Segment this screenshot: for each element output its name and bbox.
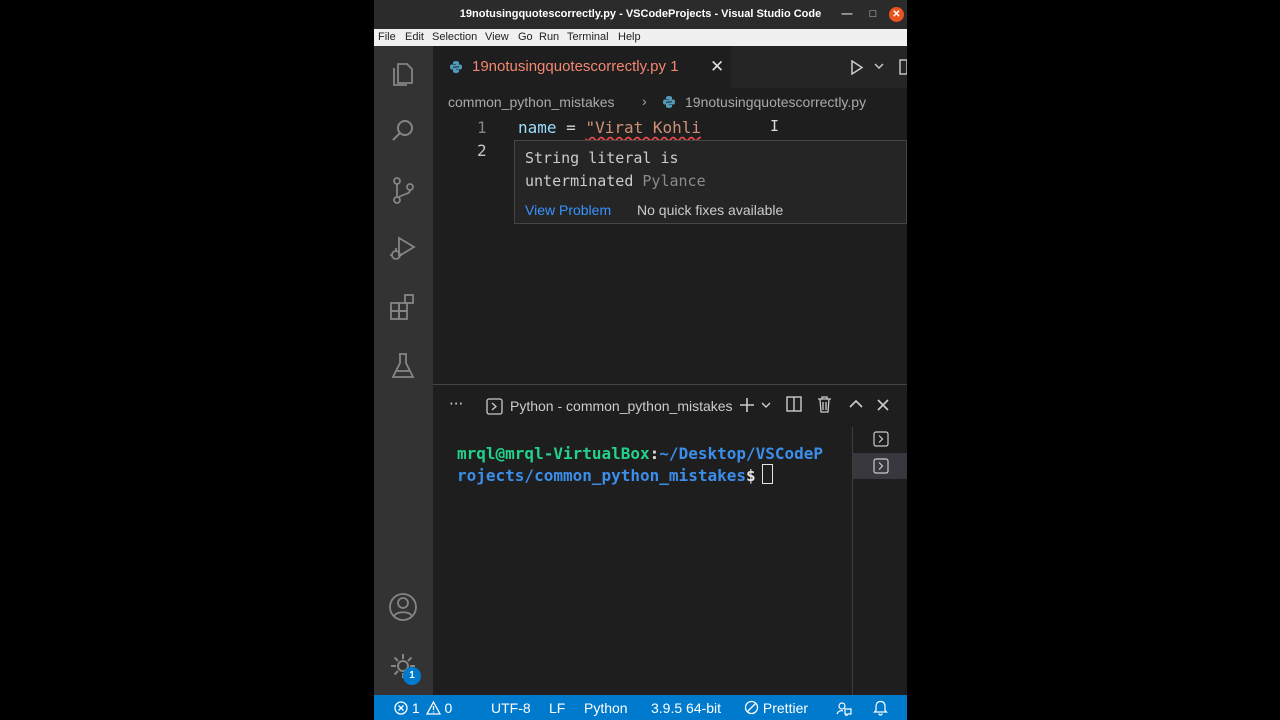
breadcrumb-file[interactable]: 19notusingquotescorrectly.py [685,94,866,110]
encoding-status[interactable]: UTF-8 [491,700,531,716]
panel-header: ··· Python - common_python_mistakes [433,385,907,427]
settings-badge: 1 [403,667,421,685]
prettier-status[interactable]: Prettier [744,700,808,716]
menu-help[interactable]: Help [618,31,641,43]
menu-go[interactable]: Go [518,31,533,43]
interpreter-status[interactable]: 3.9.5 64-bit [651,700,721,716]
chevron-right-icon: › [642,93,647,109]
hover-source: Pylance [642,172,706,190]
language-status[interactable]: Python [584,700,628,716]
close-tab-icon[interactable]: ✕ [710,57,724,77]
menu-bar: File Edit Selection View Go Run Terminal… [374,29,907,46]
activity-bar: 1 [374,46,433,695]
terminal[interactable]: mrql@mrql-VirtualBox:~/Desktop/VSCodePro… [433,427,852,695]
menu-terminal[interactable]: Terminal [567,31,609,43]
explorer-icon[interactable] [388,58,418,88]
prettier-icon [744,700,759,715]
terminal-icon[interactable] [873,458,889,474]
run-debug-icon[interactable] [388,233,418,263]
hover-actions: View Problem No quick fixes available [515,199,906,225]
terminal-cursor [761,464,773,484]
extensions-icon[interactable] [388,292,418,322]
problems-status[interactable]: 1 0 [394,700,452,716]
error-icon [394,701,408,715]
title-bar: 19notusingquotescorrectly.py - VSCodePro… [374,0,907,29]
eol-status[interactable]: LF [549,700,565,716]
breadcrumb-folder[interactable]: common_python_mistakes [448,94,615,110]
terminal-icon [486,398,503,415]
account-icon[interactable] [388,592,418,622]
code-variable: name [518,118,557,137]
close-panel-icon[interactable] [877,399,889,411]
bell-icon[interactable] [873,700,888,716]
testing-icon[interactable] [388,351,418,381]
tab-problem-count: 1 [670,58,679,75]
split-editor-icon[interactable] [899,59,907,75]
prettier-label: Prettier [762,700,809,716]
panel-more-icon[interactable]: ··· [449,395,463,413]
no-quick-fixes-label: No quick fixes available [637,202,784,218]
chevron-down-icon[interactable] [761,401,771,409]
search-icon[interactable] [388,116,418,146]
menu-view[interactable]: View [485,31,509,43]
new-terminal-icon[interactable] [738,396,756,414]
close-window-button[interactable]: ✕ [889,7,904,22]
warning-icon [425,700,441,715]
python-file-icon [450,61,462,73]
line-number: 1 [477,118,487,137]
menu-file[interactable]: File [378,31,396,43]
chevron-down-icon[interactable] [874,62,884,70]
vscode-window: 19notusingquotescorrectly.py - VSCodePro… [374,0,907,720]
tab-active-file[interactable]: 19notusingquotescorrectly.py 1 ✕ [433,46,731,88]
code-line[interactable]: name = "Virat Kohli [518,118,701,137]
split-terminal-icon[interactable] [786,396,802,412]
terminal-separator: : [649,444,660,463]
mouse-cursor-icon: I [770,117,780,135]
trash-icon[interactable] [817,396,832,413]
problem-hover-popup: String literal is unterminated Pylance V… [514,140,907,224]
maximize-button[interactable]: □ [866,7,880,21]
breadcrumb: common_python_mistakes › 19notusingquote… [433,88,907,116]
feedback-icon[interactable] [836,700,852,716]
warning-count: 0 [444,700,453,716]
chevron-up-icon[interactable] [849,399,863,409]
tab-label: 19notusingquotescorrectly.py [472,58,667,75]
error-count: 1 [411,700,420,716]
terminal-icon[interactable] [873,431,889,447]
menu-run[interactable]: Run [539,31,559,43]
terminal-prompt: mrql@mrql-VirtualBox:~/Desktop/VSCodePro… [457,443,829,486]
python-file-icon [663,96,675,108]
terminal-user: mrql@mrql-VirtualBox [457,444,650,463]
status-bar: 1 0 UTF-8 LF Python 3.9.5 64-bit Prettie… [374,695,907,720]
window-title: 19notusingquotescorrectly.py - VSCodePro… [459,8,822,20]
run-python-file-icon[interactable] [850,60,864,75]
menu-selection[interactable]: Selection [432,31,477,43]
menu-edit[interactable]: Edit [405,31,424,43]
terminal-dollar: $ [745,466,756,485]
editor-tabs: 19notusingquotescorrectly.py 1 ✕ ··· [433,46,907,88]
view-problem-link[interactable]: View Problem [525,202,611,218]
code-string-error: "Virat Kohli [585,118,702,137]
terminal-tabs-list [852,427,907,695]
line-number: 2 [477,141,487,160]
source-control-icon[interactable] [388,175,418,205]
terminal-title[interactable]: Python - common_python_mistakes [510,398,733,414]
code-operator: = [556,118,586,137]
minimize-button[interactable]: — [840,7,854,21]
